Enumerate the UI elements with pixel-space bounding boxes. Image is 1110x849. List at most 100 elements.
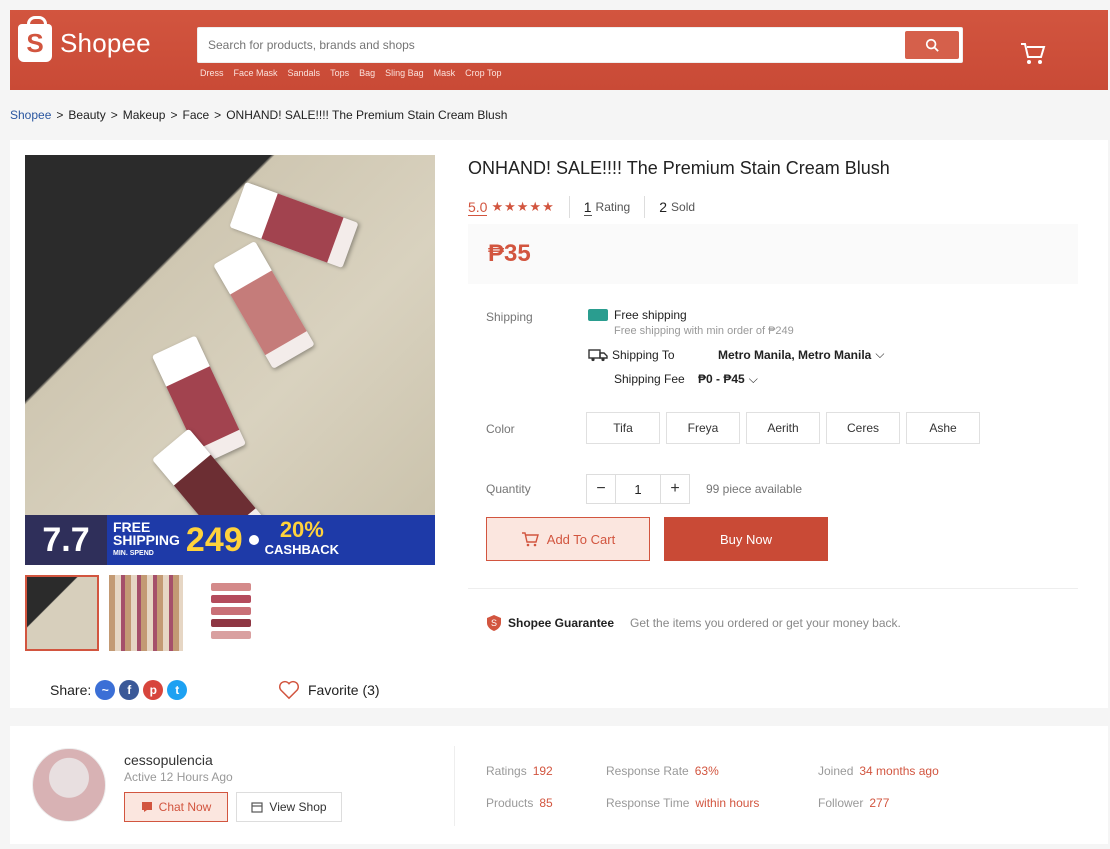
facebook-icon[interactable]: f bbox=[119, 680, 140, 700]
favorite-button[interactable]: Favorite (3) bbox=[278, 680, 380, 700]
stat-ratings-value: 192 bbox=[532, 764, 553, 778]
promo-badge: 7.7 bbox=[25, 515, 107, 565]
hot-word[interactable]: Mask bbox=[434, 68, 456, 78]
breadcrumb-face[interactable]: Face bbox=[182, 108, 209, 122]
breadcrumb-shopee[interactable]: Shopee bbox=[10, 108, 51, 122]
promo-banner: 7.7 FREE SHIPPING MIN. SPEND 249 20% CAS… bbox=[25, 515, 435, 565]
quantity-increase-button[interactable]: + bbox=[660, 474, 690, 504]
hot-word[interactable]: Tops bbox=[330, 68, 349, 78]
stat-response-rate: Response Rate 63% bbox=[606, 764, 719, 778]
hot-word[interactable]: Crop Top bbox=[465, 68, 501, 78]
stat-follower-value: 277 bbox=[869, 796, 890, 810]
stat-follower-label: Follower bbox=[818, 796, 864, 810]
add-to-cart-button[interactable]: Add To Cart bbox=[486, 517, 650, 561]
color-option-ashe[interactable]: Ashe bbox=[906, 412, 980, 444]
shopee-bag-icon: S bbox=[18, 16, 52, 62]
color-option-ceres[interactable]: Ceres bbox=[826, 412, 900, 444]
hot-word[interactable]: Sandals bbox=[288, 68, 321, 78]
promo-cashback-label: CASHBACK bbox=[264, 542, 340, 557]
star-rating-icon: ★★★★★ bbox=[491, 199, 555, 214]
cart-icon[interactable] bbox=[1018, 38, 1048, 68]
shipping-to-value[interactable]: Metro Manila, Metro Manila bbox=[718, 348, 871, 362]
search-bar bbox=[197, 27, 963, 63]
add-to-cart-label: Add To Cart bbox=[546, 531, 616, 547]
stat-follower: Follower 277 bbox=[818, 796, 889, 810]
breadcrumb-makeup[interactable]: Makeup bbox=[123, 108, 166, 122]
rating-count[interactable]: 1 bbox=[583, 199, 592, 216]
stat-products-value: 85 bbox=[539, 796, 553, 810]
hot-word[interactable]: Dress bbox=[200, 68, 224, 78]
chevron-right-icon: > bbox=[214, 108, 222, 122]
hot-word[interactable]: Sling Bag bbox=[385, 68, 424, 78]
search-button[interactable] bbox=[905, 31, 959, 59]
hot-words: Dress Face Mask Sandals Tops Bag Sling B… bbox=[200, 68, 502, 78]
color-label: Color bbox=[486, 422, 515, 436]
twitter-icon[interactable]: t bbox=[167, 680, 188, 700]
free-shipping-truck-icon bbox=[588, 309, 608, 321]
hot-word[interactable]: Bag bbox=[359, 68, 375, 78]
chat-now-label: Chat Now bbox=[158, 800, 212, 814]
breadcrumb-beauty[interactable]: Beauty bbox=[68, 108, 105, 122]
promo-cashback: 20% CASHBACK bbox=[264, 517, 340, 560]
stat-joined-label: Joined bbox=[818, 764, 854, 778]
divider bbox=[468, 588, 1078, 589]
color-option-freya[interactable]: Freya bbox=[666, 412, 740, 444]
guarantee-desc: Get the items you ordered or get your mo… bbox=[630, 616, 901, 630]
divider bbox=[568, 196, 570, 218]
stat-ratings-label: Ratings bbox=[486, 764, 527, 778]
product-main-image[interactable]: 7.7 FREE SHIPPING MIN. SPEND 249 20% CAS… bbox=[25, 155, 435, 565]
stat-ratings: Ratings 192 bbox=[486, 764, 553, 778]
shield-icon: S bbox=[487, 615, 501, 631]
chevron-down-icon[interactable]: ⌵ bbox=[875, 347, 884, 362]
color-option-tifa[interactable]: Tifa bbox=[586, 412, 660, 444]
guarantee-title[interactable]: Shopee Guarantee bbox=[508, 616, 614, 630]
stat-response-time: Response Time within hours bbox=[606, 796, 759, 810]
quantity-stepper: − 1 + 99 piece available bbox=[586, 474, 802, 504]
divider bbox=[454, 746, 455, 826]
messenger-icon[interactable]: ~ bbox=[95, 680, 116, 700]
chevron-down-icon[interactable]: ⌵ bbox=[749, 372, 758, 387]
share-row: Share: ~ f p t bbox=[50, 680, 188, 700]
shipping-label: Shipping bbox=[486, 310, 533, 324]
hot-word[interactable]: Face Mask bbox=[234, 68, 278, 78]
thumbnail-2[interactable] bbox=[109, 575, 183, 651]
color-option-aerith[interactable]: Aerith bbox=[746, 412, 820, 444]
heart-icon bbox=[279, 680, 299, 700]
product-price: ₱35 bbox=[468, 224, 1078, 284]
search-icon bbox=[925, 38, 939, 52]
product-tube-image bbox=[213, 241, 315, 369]
stat-joined: Joined 34 months ago bbox=[818, 764, 939, 778]
thumbnail-1[interactable] bbox=[25, 575, 99, 651]
search-input[interactable] bbox=[198, 28, 898, 62]
quantity-decrease-button[interactable]: − bbox=[586, 474, 616, 504]
shipping-fee-value[interactable]: ₱0 - ₱45 bbox=[698, 372, 745, 387]
free-shipping-title: Free shipping bbox=[614, 308, 687, 322]
shop-avatar[interactable] bbox=[32, 748, 106, 822]
shipping-to-label: Shipping To bbox=[612, 347, 675, 362]
chevron-right-icon: > bbox=[110, 108, 118, 122]
thumbnail-3[interactable] bbox=[193, 575, 267, 651]
logo-text: Shopee bbox=[60, 27, 151, 58]
promo-free-shipping: FREE SHIPPING MIN. SPEND bbox=[113, 520, 180, 560]
shop-name[interactable]: cessopulencia bbox=[124, 752, 213, 768]
promo-cashback-pct: 20% bbox=[279, 517, 324, 542]
rating-value[interactable]: 5.0 bbox=[468, 199, 488, 216]
shipping-fee-row: Shipping Fee ₱0 - ₱45 ⌵ bbox=[614, 372, 884, 387]
chat-now-button[interactable]: Chat Now bbox=[124, 792, 228, 822]
free-shipping-subtext: Free shipping with min order of ₱249 bbox=[614, 325, 794, 337]
quantity-input[interactable]: 1 bbox=[616, 474, 660, 504]
breadcrumb-current: ONHAND! SALE!!!! The Premium Stain Cream… bbox=[226, 108, 508, 122]
chevron-right-icon: > bbox=[56, 108, 64, 122]
shop-active-status: Active 12 Hours Ago bbox=[124, 770, 233, 784]
product-title: ONHAND! SALE!!!! The Premium Stain Cream… bbox=[468, 158, 890, 178]
sold-count: 2 bbox=[659, 199, 668, 215]
stat-response-rate-label: Response Rate bbox=[606, 764, 689, 778]
shopee-logo[interactable]: S Shopee bbox=[18, 16, 151, 62]
buy-now-button[interactable]: Buy Now bbox=[664, 517, 828, 561]
quantity-label: Quantity bbox=[486, 482, 531, 496]
view-shop-button[interactable]: View Shop bbox=[236, 792, 342, 822]
favorite-label: Favorite (3) bbox=[308, 682, 380, 698]
pinterest-icon[interactable]: p bbox=[143, 680, 164, 700]
color-options: Tifa Freya Aerith Ceres Ashe bbox=[586, 412, 980, 444]
promo-min-spend: MIN. SPEND bbox=[113, 549, 154, 557]
